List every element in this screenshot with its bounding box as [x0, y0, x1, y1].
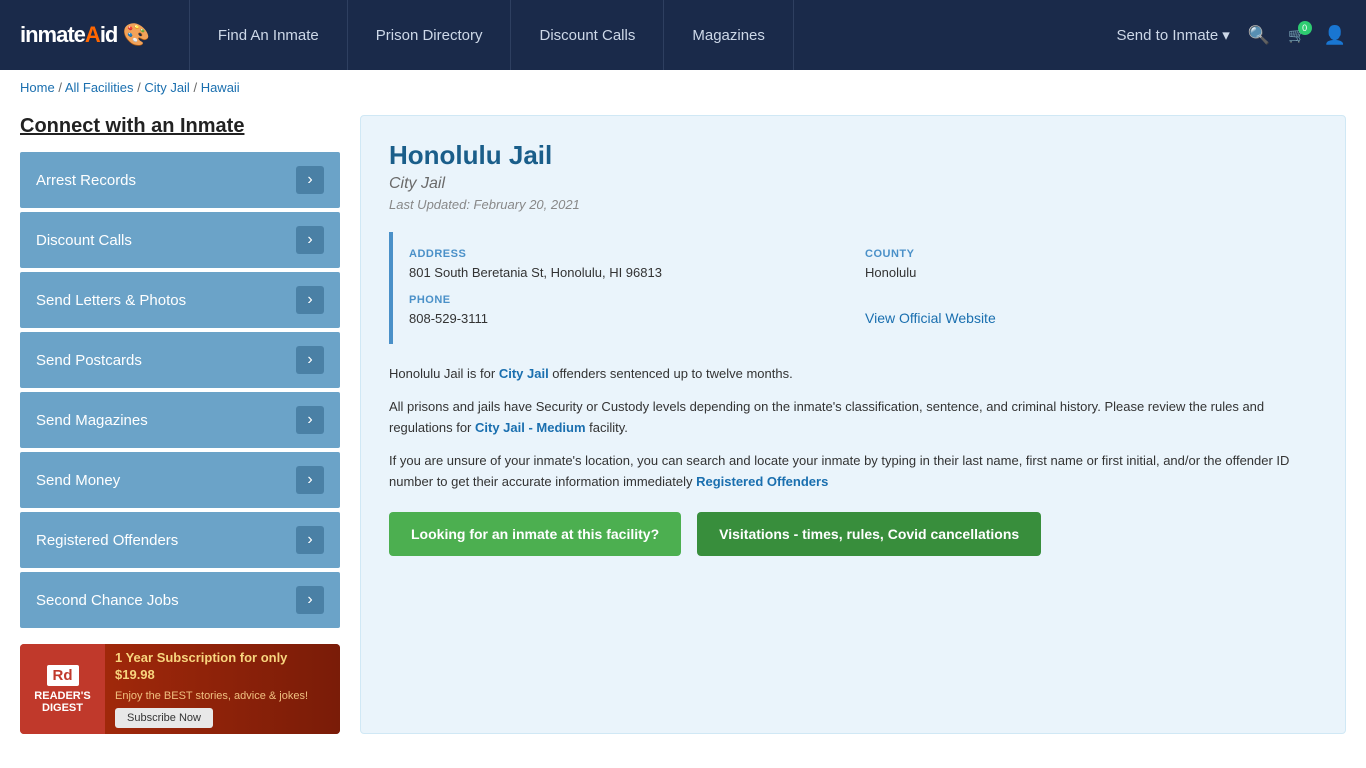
- phone-label: PHONE: [409, 294, 845, 306]
- sidebar-title: Connect with an Inmate: [20, 115, 340, 138]
- sidebar-item-send-magazines[interactable]: Send Magazines ›: [20, 392, 340, 448]
- facility-last-updated: Last Updated: February 20, 2021: [389, 197, 1317, 212]
- nav-prison-directory[interactable]: Prison Directory: [348, 0, 512, 70]
- sidebar-item-second-chance-jobs[interactable]: Second Chance Jobs ›: [20, 572, 340, 628]
- chevron-right-icon: ›: [296, 526, 324, 554]
- visitations-button[interactable]: Visitations - times, rules, Covid cancel…: [697, 512, 1041, 556]
- sidebar-item-send-postcards[interactable]: Send Postcards ›: [20, 332, 340, 388]
- chevron-right-icon: ›: [296, 166, 324, 194]
- cart-icon[interactable]: 🛒 0: [1288, 27, 1305, 44]
- action-buttons: Looking for an inmate at this facility? …: [389, 512, 1317, 556]
- send-to-inmate-button[interactable]: Send to Inmate ▾: [1116, 26, 1229, 44]
- sidebar-item-discount-calls[interactable]: Discount Calls ›: [20, 212, 340, 268]
- ad-subtext: Enjoy the BEST stories, advice & jokes!: [115, 690, 330, 702]
- address-section: ADDRESS 801 South Beretania St, Honolulu…: [409, 248, 845, 282]
- cart-badge-count: 0: [1298, 21, 1312, 35]
- chevron-right-icon: ›: [296, 586, 324, 614]
- breadcrumb-state[interactable]: Hawaii: [201, 80, 240, 95]
- advertisement-banner: Rd READER'S DIGEST 1 Year Subscription f…: [20, 644, 340, 734]
- website-section: View Official Website: [865, 294, 1301, 328]
- facility-name: Honolulu Jail: [389, 140, 1317, 171]
- main-nav: inmateAid 🎨 Find An Inmate Prison Direct…: [0, 0, 1366, 70]
- nav-links: Find An Inmate Prison Directory Discount…: [189, 0, 1117, 70]
- address-value: 801 South Beretania St, Honolulu, HI 968…: [409, 264, 845, 282]
- facility-info-grid: ADDRESS 801 South Beretania St, Honolulu…: [389, 232, 1317, 344]
- description-3: If you are unsure of your inmate's locat…: [389, 451, 1317, 493]
- breadcrumb-city-jail[interactable]: City Jail: [144, 80, 190, 95]
- website-label: [865, 294, 1301, 306]
- nav-actions: Send to Inmate ▾ 🔍 🛒 0 👤: [1116, 25, 1346, 46]
- ad-subscribe-button[interactable]: Subscribe Now: [115, 708, 213, 728]
- sidebar-item-send-money[interactable]: Send Money ›: [20, 452, 340, 508]
- nav-find-inmate[interactable]: Find An Inmate: [189, 0, 348, 70]
- sidebar-item-registered-offenders[interactable]: Registered Offenders ›: [20, 512, 340, 568]
- sidebar-item-send-letters[interactable]: Send Letters & Photos ›: [20, 272, 340, 328]
- sidebar-item-arrest-records[interactable]: Arrest Records ›: [20, 152, 340, 208]
- ad-brand: READER'S DIGEST: [20, 690, 105, 714]
- chevron-right-icon: ›: [296, 346, 324, 374]
- facility-detail-panel: Honolulu Jail City Jail Last Updated: Fe…: [360, 115, 1346, 734]
- phone-section: PHONE 808-529-3111: [409, 294, 845, 328]
- facility-type: City Jail: [389, 175, 1317, 193]
- county-section: COUNTY Honolulu: [865, 248, 1301, 282]
- breadcrumb-home[interactable]: Home: [20, 80, 55, 95]
- county-value: Honolulu: [865, 264, 1301, 282]
- chevron-right-icon: ›: [296, 226, 324, 254]
- city-jail-medium-link[interactable]: City Jail - Medium: [475, 420, 586, 435]
- chevron-right-icon: ›: [296, 466, 324, 494]
- user-icon[interactable]: 👤: [1324, 25, 1346, 46]
- description-1: Honolulu Jail is for City Jail offenders…: [389, 364, 1317, 385]
- search-icon[interactable]: 🔍: [1248, 25, 1270, 46]
- breadcrumb: Home / All Facilities / City Jail / Hawa…: [0, 70, 1366, 105]
- sidebar: Connect with an Inmate Arrest Records › …: [20, 115, 340, 734]
- logo[interactable]: inmateAid 🎨: [20, 22, 149, 48]
- nav-discount-calls[interactable]: Discount Calls: [511, 0, 664, 70]
- address-label: ADDRESS: [409, 248, 845, 260]
- breadcrumb-all-facilities[interactable]: All Facilities: [65, 80, 134, 95]
- registered-offenders-link[interactable]: Registered Offenders: [696, 474, 828, 489]
- city-jail-link-1[interactable]: City Jail: [499, 366, 549, 381]
- sidebar-items: Arrest Records › Discount Calls › Send L…: [20, 152, 340, 628]
- chevron-right-icon: ›: [296, 286, 324, 314]
- ad-logo-area: Rd READER'S DIGEST: [20, 644, 105, 734]
- chevron-right-icon: ›: [296, 406, 324, 434]
- ad-content: 1 Year Subscription for only $19.98 Enjo…: [105, 644, 340, 734]
- description-2: All prisons and jails have Security or C…: [389, 397, 1317, 439]
- find-inmate-button[interactable]: Looking for an inmate at this facility?: [389, 512, 681, 556]
- official-website-link[interactable]: View Official Website: [865, 310, 996, 326]
- nav-magazines[interactable]: Magazines: [664, 0, 794, 70]
- county-label: COUNTY: [865, 248, 1301, 260]
- logo-text: inmateAid 🎨: [20, 22, 149, 48]
- main-content: Connect with an Inmate Arrest Records › …: [0, 105, 1366, 764]
- phone-value: 808-529-3111: [409, 310, 845, 328]
- ad-logo: Rd: [47, 665, 79, 686]
- ad-headline: 1 Year Subscription for only $19.98: [115, 650, 330, 684]
